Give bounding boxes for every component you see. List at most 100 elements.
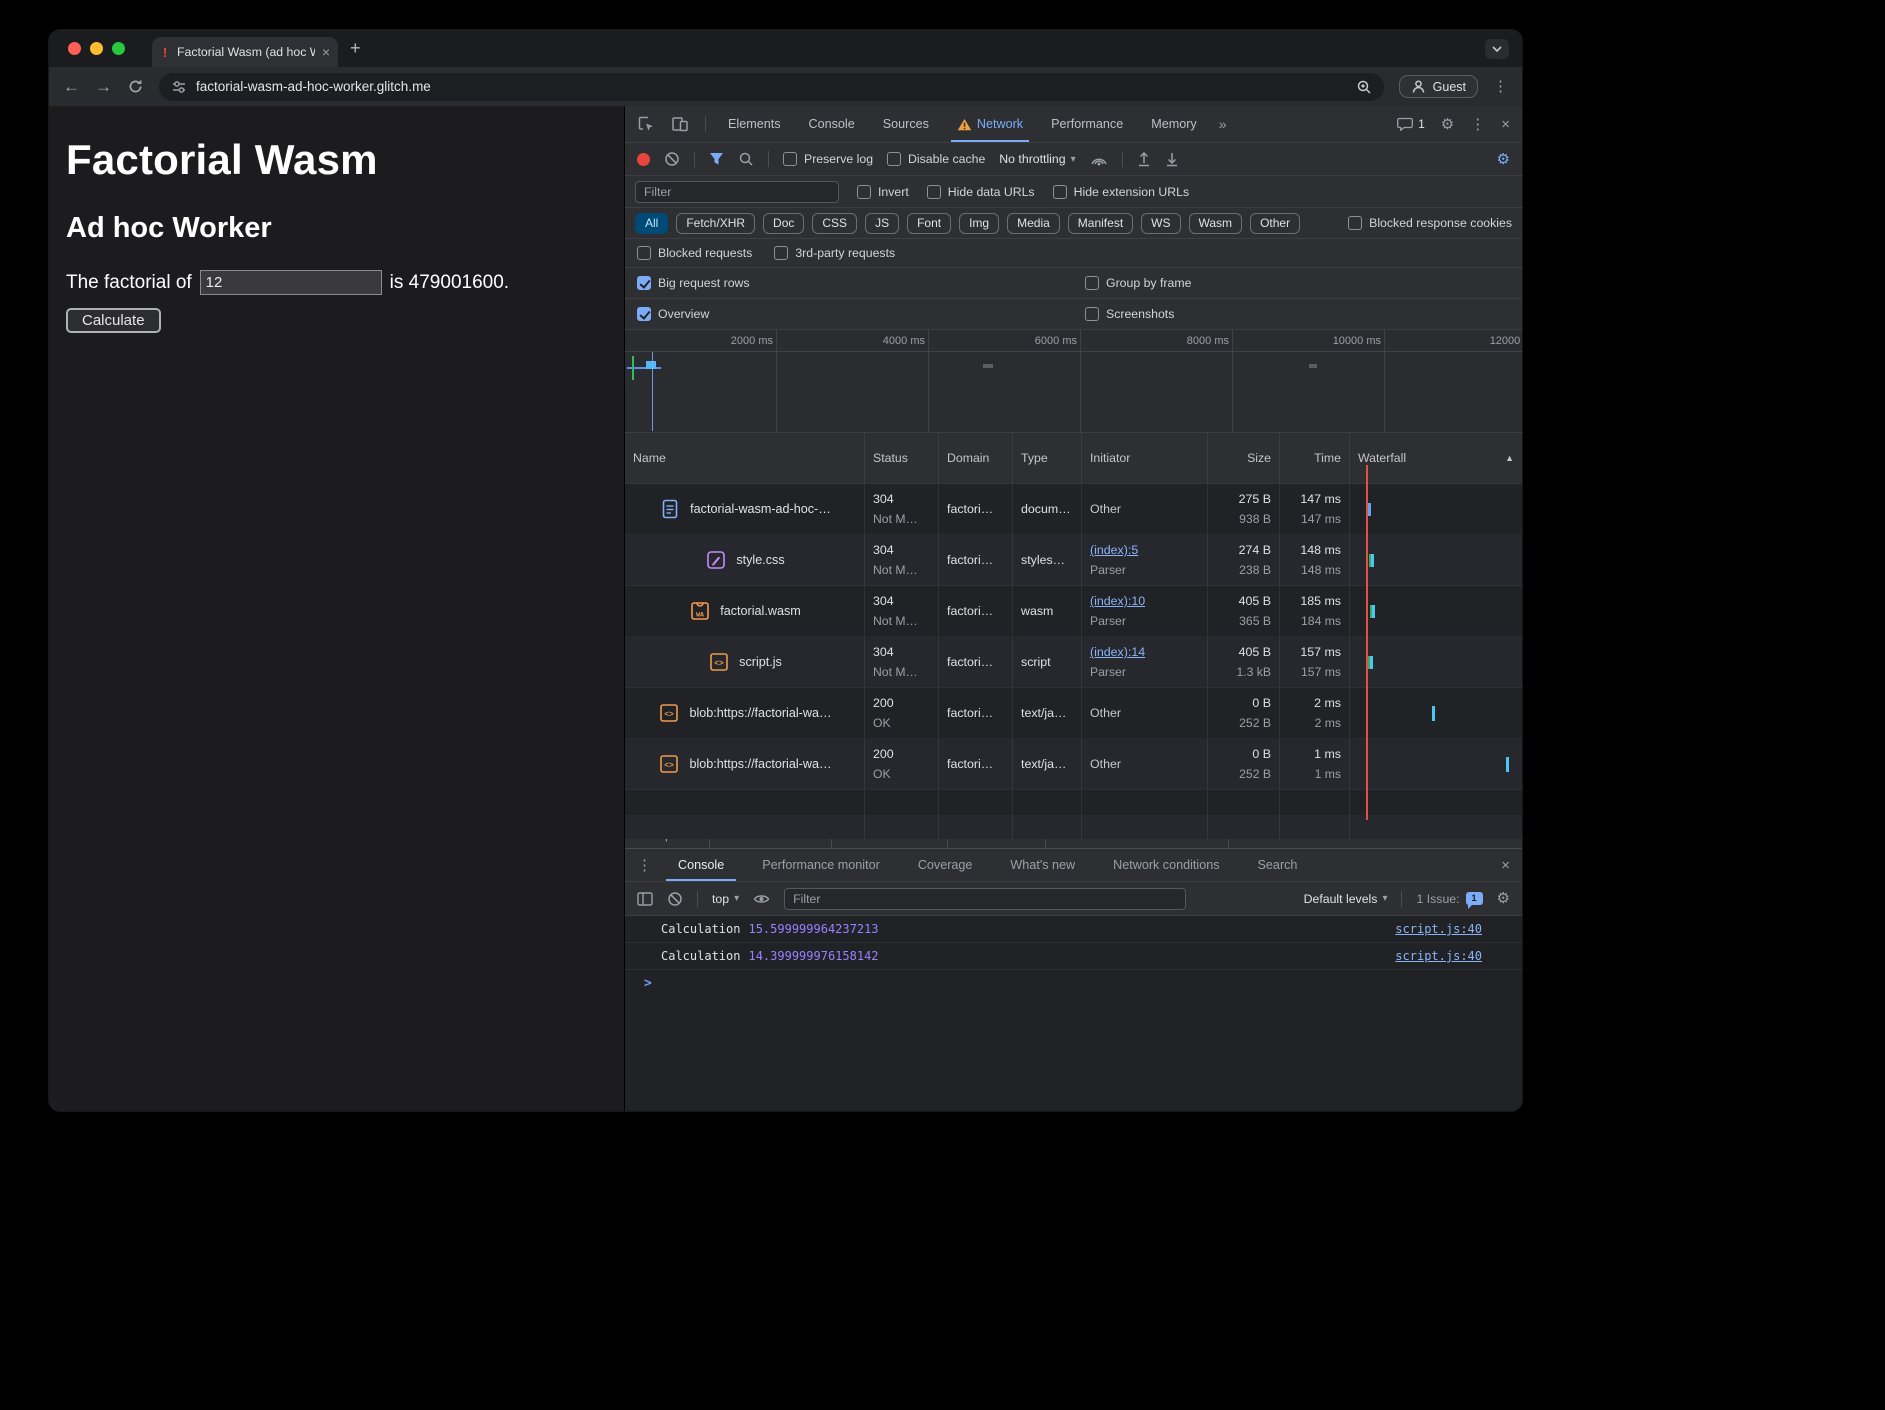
console-settings-icon[interactable]: ⚙	[1497, 891, 1510, 906]
chip-ws[interactable]: WS	[1141, 213, 1180, 234]
new-tab-button[interactable]: +	[350, 38, 361, 59]
drawer-tab-search[interactable]: Search	[1246, 849, 1310, 881]
col-name[interactable]: Name	[625, 433, 865, 483]
eye-icon[interactable]	[753, 893, 770, 905]
execution-context-dropdown[interactable]: top ▾	[712, 892, 739, 906]
export-har-icon[interactable]	[1165, 151, 1179, 167]
col-waterfall[interactable]: Waterfall ▲	[1350, 433, 1522, 483]
throttling-dropdown[interactable]: No throttling ▾	[999, 152, 1075, 166]
chip-js[interactable]: JS	[865, 213, 899, 234]
preserve-log-checkbox[interactable]: Preserve log	[783, 152, 873, 166]
blocked-response-cookies-checkbox[interactable]: Blocked response cookies	[1348, 216, 1512, 230]
drawer-tab-console[interactable]: Console	[666, 849, 736, 881]
initiator-link[interactable]: (index):10	[1090, 591, 1199, 611]
invert-checkbox[interactable]: Invert	[857, 185, 909, 199]
initiator-link[interactable]: (index):5	[1090, 540, 1199, 560]
chip-other[interactable]: Other	[1250, 213, 1300, 234]
zoom-icon[interactable]	[1356, 79, 1372, 95]
hide-extension-urls-checkbox[interactable]: Hide extension URLs	[1053, 185, 1190, 199]
device-toolbar-icon[interactable]	[671, 115, 689, 133]
chip-manifest[interactable]: Manifest	[1068, 213, 1133, 234]
drawer-tab-performance-monitor[interactable]: Performance monitor	[750, 849, 892, 881]
network-request-row[interactable]: <> blob:https://factorial-wa… 200OK fact…	[625, 739, 1522, 790]
filter-funnel-icon[interactable]	[709, 152, 724, 166]
initiator-link[interactable]: (index):14	[1090, 642, 1199, 662]
chip-font[interactable]: Font	[907, 213, 951, 234]
col-type[interactable]: Type	[1013, 433, 1082, 483]
tab-close-icon[interactable]: ×	[322, 45, 330, 59]
tab-elements[interactable]: Elements	[722, 106, 787, 142]
devtools-close-icon[interactable]: ×	[1501, 117, 1510, 132]
chip-css[interactable]: CSS	[812, 213, 857, 234]
maximize-window-button[interactable]	[112, 42, 125, 55]
close-window-button[interactable]	[68, 42, 81, 55]
group-by-frame-checkbox[interactable]: Group by frame	[1085, 276, 1510, 290]
tab-performance[interactable]: Performance	[1045, 106, 1129, 142]
minimize-window-button[interactable]	[90, 42, 103, 55]
col-size[interactable]: Size	[1208, 433, 1280, 483]
drawer-menu-icon[interactable]: ⋮	[637, 858, 652, 873]
clear-console-icon[interactable]	[667, 891, 683, 907]
console-source-link[interactable]: script.js:40	[1395, 922, 1482, 936]
network-request-row[interactable]: WA factorial.wasm 304Not M… factori… was…	[625, 586, 1522, 637]
chip-fetch-xhr[interactable]: Fetch/XHR	[676, 213, 755, 234]
reload-button[interactable]	[127, 78, 144, 95]
overview-checkbox[interactable]: Overview	[637, 307, 1085, 321]
chip-wasm[interactable]: Wasm	[1189, 213, 1243, 234]
tab-memory[interactable]: Memory	[1145, 106, 1202, 142]
blocked-requests-checkbox[interactable]: Blocked requests	[637, 246, 752, 260]
col-domain[interactable]: Domain	[939, 433, 1013, 483]
tab-search-button[interactable]	[1485, 39, 1509, 59]
chip-img[interactable]: Img	[959, 213, 999, 234]
col-time[interactable]: Time	[1280, 433, 1350, 483]
clear-network-icon[interactable]	[664, 151, 680, 167]
more-tabs-icon[interactable]: »	[1219, 116, 1227, 132]
browser-menu-icon[interactable]: ⋮	[1493, 79, 1508, 94]
network-request-row[interactable]: <> script.js 304Not M… factori… script (…	[625, 637, 1522, 688]
network-request-row[interactable]: factorial-wasm-ad-hoc-… 304Not M… factor…	[625, 484, 1522, 535]
issues-counter[interactable]: 1	[1397, 117, 1425, 131]
col-initiator[interactable]: Initiator	[1082, 433, 1208, 483]
drawer-tab-whats-new[interactable]: What's new	[998, 849, 1087, 881]
settings-gear-icon[interactable]: ⚙	[1441, 117, 1454, 132]
devtools-menu-icon[interactable]: ⋮	[1470, 117, 1485, 132]
back-button[interactable]: ←	[63, 78, 80, 95]
network-settings-gear-icon[interactable]: ⚙	[1497, 152, 1510, 167]
issues-button[interactable]: 1 Issue: 1	[1416, 892, 1482, 906]
log-levels-dropdown[interactable]: Default levels ▾	[1304, 892, 1388, 906]
console-sidebar-icon[interactable]	[637, 892, 653, 906]
hide-data-urls-checkbox[interactable]: Hide data URLs	[927, 185, 1035, 199]
console-filter-input[interactable]	[784, 888, 1186, 910]
record-button[interactable]	[637, 153, 650, 166]
chip-doc[interactable]: Doc	[763, 213, 804, 234]
network-overview-timeline[interactable]: 2000 ms 4000 ms 6000 ms 8000 ms 10000 ms…	[625, 330, 1522, 433]
network-request-row[interactable]: <> blob:https://factorial-wa… 200OK fact…	[625, 688, 1522, 739]
network-request-row[interactable]: style.css 304Not M… factori… styles… (in…	[625, 535, 1522, 586]
drawer-close-icon[interactable]: ×	[1501, 858, 1510, 873]
address-bar[interactable]: factorial-wasm-ad-hoc-worker.glitch.me	[159, 73, 1384, 101]
profile-button[interactable]: Guest	[1399, 75, 1478, 98]
console-source-link[interactable]: script.js:40	[1395, 949, 1482, 963]
big-request-rows-checkbox[interactable]: Big request rows	[637, 276, 1085, 290]
chip-all[interactable]: All	[635, 213, 668, 234]
browser-tab[interactable]: ! Factorial Wasm (ad hoc Worker) ×	[152, 37, 338, 67]
network-filter-input[interactable]	[635, 181, 839, 203]
inspect-element-icon[interactable]	[637, 115, 655, 133]
forward-button[interactable]: →	[95, 78, 112, 95]
screenshots-checkbox[interactable]: Screenshots	[1085, 307, 1510, 321]
tab-console[interactable]: Console	[803, 106, 861, 142]
console-log[interactable]: Calculation 15.599999964237213 script.js…	[625, 916, 1522, 1111]
factorial-input[interactable]	[200, 270, 382, 295]
chip-media[interactable]: Media	[1007, 213, 1060, 234]
col-status[interactable]: Status	[865, 433, 939, 483]
import-har-icon[interactable]	[1137, 151, 1151, 167]
calculate-button[interactable]: Calculate	[66, 308, 161, 333]
disable-cache-checkbox[interactable]: Disable cache	[887, 152, 985, 166]
network-conditions-icon[interactable]	[1090, 152, 1108, 166]
search-icon[interactable]	[738, 151, 754, 167]
site-info-icon[interactable]	[171, 79, 187, 95]
drawer-tab-network-conditions[interactable]: Network conditions	[1101, 849, 1231, 881]
drawer-tab-coverage[interactable]: Coverage	[906, 849, 985, 881]
console-prompt[interactable]: >	[625, 970, 1522, 997]
tab-network[interactable]: Network	[951, 106, 1029, 142]
